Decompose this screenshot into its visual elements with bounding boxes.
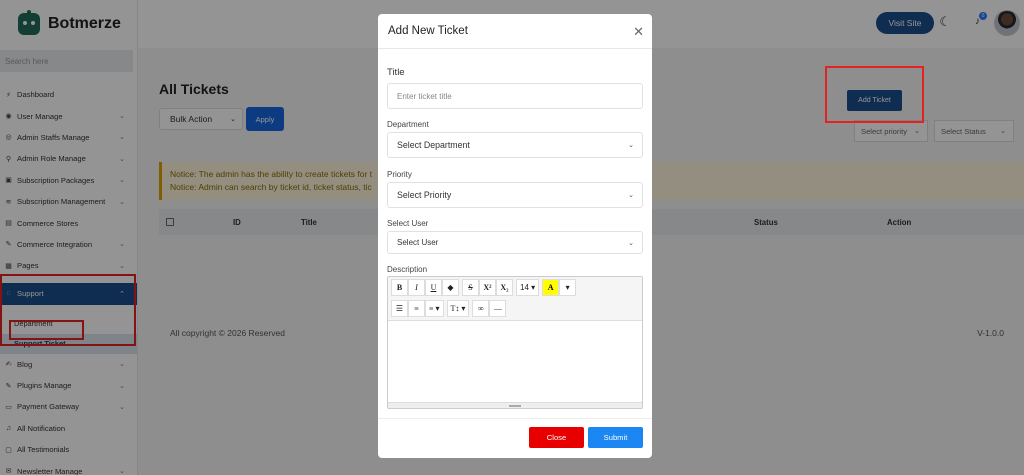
chevron-down-icon: ⌄ <box>628 239 634 247</box>
horizontal-rule-icon[interactable]: — <box>489 300 507 317</box>
eraser-icon[interactable]: ◆ <box>442 279 459 296</box>
underline-icon[interactable]: U <box>425 279 442 296</box>
link-icon[interactable]: ∞ <box>472 300 490 317</box>
department-select-value: Select Department <box>397 140 470 150</box>
italic-icon[interactable]: I <box>408 279 425 296</box>
user-select[interactable]: Select User ⌄ <box>387 231 643 254</box>
font-size-value: 14 <box>520 283 529 292</box>
bold-icon[interactable]: B <box>391 279 408 296</box>
editor-content-area[interactable] <box>388 321 642 402</box>
description-editor: B I U ◆ S X² X₂ 14 ▾ A ▾ ☰ ≡ ≡ ▾ T↕ ▾ ∞ … <box>387 276 643 409</box>
priority-select[interactable]: Select Priority ⌄ <box>387 182 643 208</box>
align-icon[interactable]: ≡ ▾ <box>425 300 444 317</box>
superscript-icon[interactable]: X² <box>479 279 496 296</box>
modal-footer: Close Submit <box>378 418 652 458</box>
add-ticket-highlight-box <box>825 66 924 123</box>
modal-header: Add New Ticket <box>378 14 652 49</box>
bullet-list-icon[interactable]: ☰ <box>391 300 408 317</box>
editor-toolbar: B I U ◆ S X² X₂ 14 ▾ A ▾ ☰ ≡ ≡ ▾ T↕ ▾ ∞ … <box>388 277 642 321</box>
user-select-value: Select User <box>397 238 439 247</box>
numbered-list-icon[interactable]: ≡ <box>408 300 425 317</box>
priority-select-value: Select Priority <box>397 190 452 200</box>
select-user-label: Select User <box>387 219 429 228</box>
add-ticket-modal: Add New Ticket ✕ Title Enter ticket titl… <box>378 14 652 458</box>
close-icon[interactable]: ✕ <box>633 24 644 40</box>
color-dropdown-icon[interactable]: ▾ <box>559 279 577 296</box>
subscript-icon[interactable]: X₂ <box>496 279 513 296</box>
title-label: Title <box>387 67 405 78</box>
priority-label: Priority <box>387 170 412 179</box>
description-label: Description <box>387 265 428 274</box>
line-height-icon[interactable]: T↕ ▾ <box>446 300 470 317</box>
editor-resize-handle[interactable] <box>388 402 642 408</box>
font-size-select[interactable]: 14 ▾ <box>516 279 540 296</box>
chevron-down-icon: ⌄ <box>628 142 634 149</box>
chevron-down-icon: ⌄ <box>628 192 634 199</box>
ticket-title-input[interactable]: Enter ticket title <box>387 83 643 109</box>
text-color-icon[interactable]: A <box>542 279 560 296</box>
submit-button[interactable]: Submit <box>588 427 643 448</box>
department-select[interactable]: Select Department ⌄ <box>387 132 643 158</box>
modal-title: Add New Ticket <box>388 25 468 37</box>
close-button[interactable]: Close <box>529 427 584 448</box>
strikethrough-icon[interactable]: S <box>462 279 479 296</box>
department-label: Department <box>387 120 429 129</box>
